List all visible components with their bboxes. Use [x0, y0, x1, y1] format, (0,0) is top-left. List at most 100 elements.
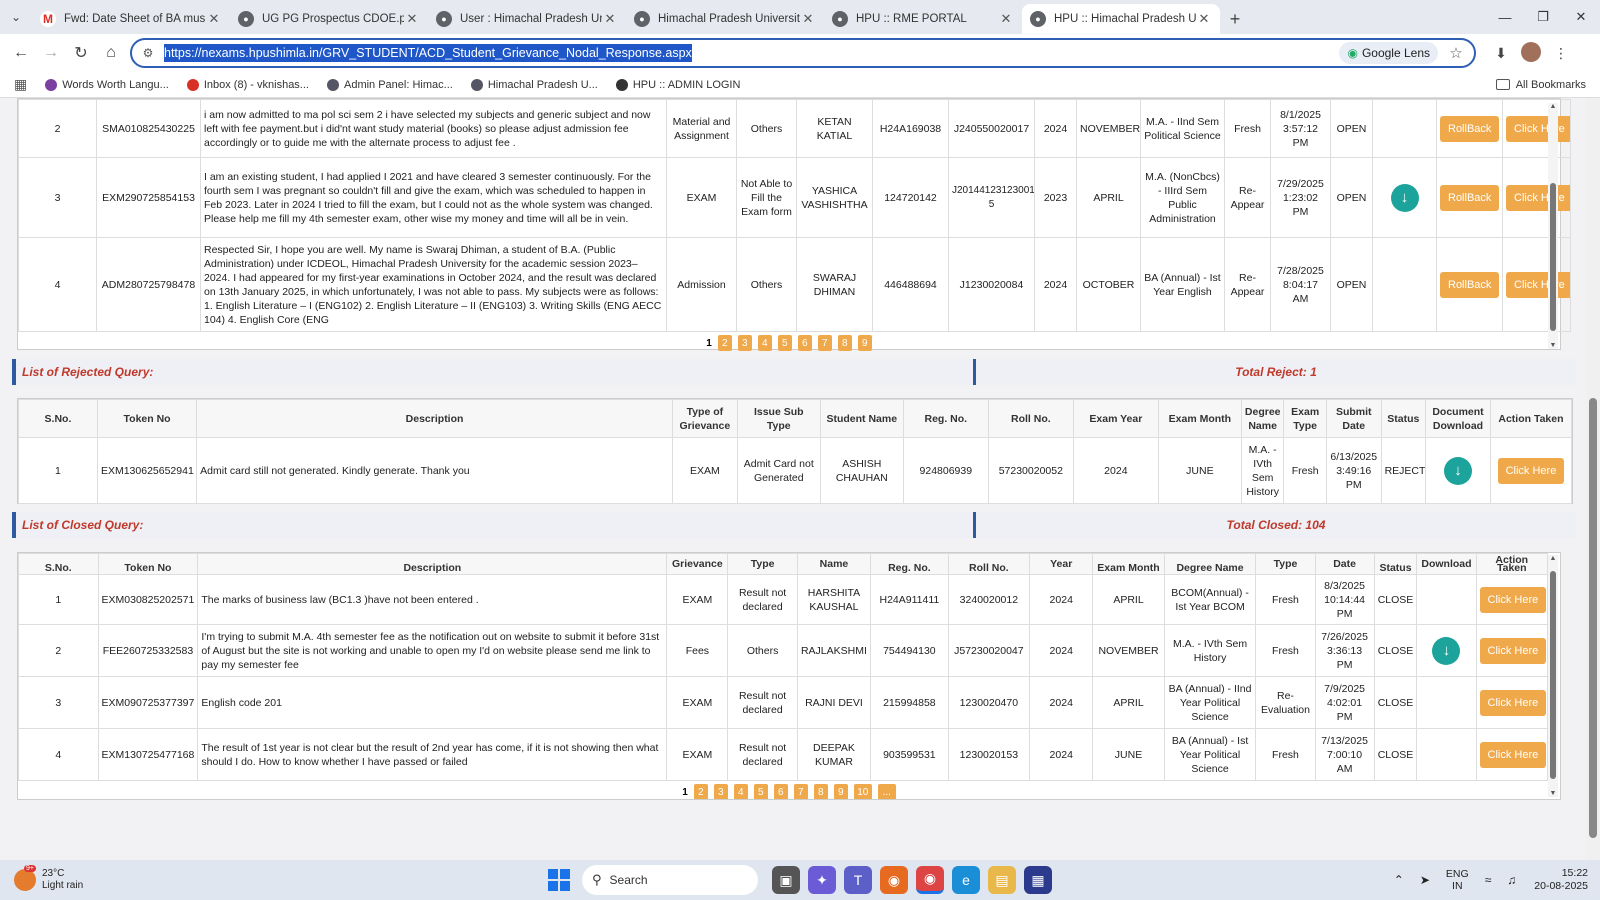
click-here-button[interactable]: Click Here	[1506, 271, 1570, 298]
close-icon[interactable]: ✕	[800, 11, 816, 27]
page-link[interactable]: 6	[797, 335, 812, 351]
cell-subtype: Result not declared	[727, 728, 798, 781]
page-scrollbar[interactable]	[1586, 98, 1600, 860]
task-view-icon[interactable]: ▣	[772, 866, 800, 894]
rollback-button[interactable]: RollBack	[1440, 184, 1500, 211]
firefox-icon[interactable]: ◉	[880, 866, 908, 894]
click-here-button[interactable]: Click Here	[1479, 637, 1547, 664]
address-bar[interactable]: ⚙ https://nexams.hpushimla.in/GRV_STUDEN…	[130, 38, 1476, 68]
table-row: 2 FEE260725332583 I'm trying to submit M…	[18, 624, 1549, 677]
scroll-thumb[interactable]	[1550, 571, 1556, 779]
page-more[interactable]: ...	[877, 784, 896, 799]
home-icon[interactable]: ⌂	[96, 38, 126, 68]
click-here-button[interactable]: Click Here	[1497, 457, 1565, 484]
url-text[interactable]: https://nexams.hpushimla.in/GRV_STUDENT/…	[164, 44, 692, 62]
tab-5[interactable]: ● HPU :: RME PORTAL ✕	[824, 4, 1022, 34]
scroll-down-icon[interactable]: ▼	[1548, 342, 1558, 349]
tab-search-button[interactable]: ⌄	[0, 0, 32, 34]
close-icon[interactable]: ✕	[1196, 11, 1212, 27]
close-icon[interactable]: ✕	[404, 11, 420, 27]
taskbar-search[interactable]: ⚲ Search	[582, 865, 758, 895]
apps-grid-icon[interactable]: ▦	[14, 76, 27, 93]
page-link[interactable]: 7	[793, 784, 808, 799]
click-here-button[interactable]: Click Here	[1506, 115, 1570, 142]
new-tab-button[interactable]: +	[1220, 4, 1250, 34]
profile-avatar[interactable]	[1516, 41, 1546, 65]
google-lens-button[interactable]: ◉ Google Lens	[1339, 42, 1438, 64]
teams-icon[interactable]: T	[844, 866, 872, 894]
col-header: Roll No.	[987, 399, 1074, 438]
weather-widget[interactable]: 9+ 23°C Light rain	[0, 865, 200, 892]
open-query-pager: 1 2 3 4 5 6 7 8 9	[18, 332, 1560, 354]
close-window-icon[interactable]: ✕	[1562, 9, 1600, 25]
click-here-button[interactable]: Click Here	[1479, 741, 1547, 768]
wifi-icon[interactable]: ≈	[1485, 873, 1492, 887]
tab-6-active[interactable]: ● HPU :: Himachal Pradesh Univer ✕	[1022, 4, 1220, 34]
clock[interactable]: 15:22 20-08-2025	[1534, 867, 1588, 893]
minimize-icon[interactable]: —	[1486, 10, 1524, 25]
scroll-up-icon[interactable]: ▲	[1548, 555, 1558, 562]
download-icon[interactable]: ↓	[1444, 456, 1472, 485]
page-link[interactable]: 8	[813, 784, 828, 799]
scroll-thumb[interactable]	[1550, 183, 1556, 331]
click-here-button[interactable]: Click Here	[1506, 184, 1570, 211]
bookmark-item[interactable]: Admin Panel: Himac...	[326, 78, 453, 91]
open-query-scrollbar[interactable]: ▲ ▼	[1548, 103, 1558, 349]
calculator-icon[interactable]: ▦	[1024, 866, 1052, 894]
language-indicator[interactable]: ENG IN	[1446, 868, 1469, 892]
download-icon[interactable]: ↓	[1390, 183, 1419, 212]
scroll-up-icon[interactable]: ▲	[1548, 103, 1558, 110]
page-link[interactable]: 2	[693, 784, 708, 799]
tab-1[interactable]: M Fwd: Date Sheet of BA music Pr ✕	[32, 4, 230, 34]
chevron-up-icon[interactable]: ⌃	[1394, 873, 1404, 887]
page-link[interactable]: 10	[853, 784, 872, 799]
close-icon[interactable]: ✕	[206, 11, 222, 27]
download-icon[interactable]: ↓	[1432, 636, 1461, 665]
restore-icon[interactable]: ❐	[1524, 9, 1562, 25]
bookmark-star-icon[interactable]: ☆	[1444, 44, 1468, 62]
edge-icon[interactable]: e	[952, 866, 980, 894]
rollback-button[interactable]: RollBack	[1440, 115, 1500, 142]
page-link[interactable]: 2	[717, 335, 732, 351]
closed-query-scrollbar[interactable]: ▲ ▼	[1548, 555, 1558, 797]
copilot-icon[interactable]: ✦	[808, 866, 836, 894]
page-link[interactable]: 9	[833, 784, 848, 799]
page-link[interactable]: 7	[817, 335, 832, 351]
page-link[interactable]: 4	[757, 335, 772, 351]
close-icon[interactable]: ✕	[998, 11, 1014, 27]
page-link[interactable]: 4	[733, 784, 748, 799]
bookmark-item[interactable]: HPU :: ADMIN LOGIN	[615, 78, 740, 91]
site-info-icon[interactable]: ⚙	[138, 46, 158, 60]
scroll-down-icon[interactable]: ▼	[1548, 790, 1558, 797]
download-icon[interactable]: ⬇	[1486, 45, 1516, 62]
forward-icon[interactable]: →	[36, 38, 66, 68]
back-icon[interactable]: ←	[6, 38, 36, 68]
volume-icon[interactable]: ♫	[1507, 873, 1516, 887]
page-link[interactable]: 5	[753, 784, 768, 799]
close-icon[interactable]: ✕	[602, 11, 618, 27]
page-link[interactable]: 3	[713, 784, 728, 799]
menu-icon[interactable]: ⋮	[1546, 45, 1576, 62]
reload-icon[interactable]: ↻	[66, 38, 96, 68]
page-link[interactable]: 6	[773, 784, 788, 799]
bookmark-item[interactable]: Inbox (8) - vknishas...	[186, 78, 309, 91]
chrome-icon[interactable]: ◉	[916, 866, 944, 894]
bookmark-item[interactable]: Words Worth Langu...	[45, 78, 169, 91]
rollback-button[interactable]: RollBack	[1440, 271, 1500, 298]
all-bookmarks-button[interactable]: All Bookmarks	[1495, 79, 1586, 91]
bookmark-item[interactable]: Himachal Pradesh U...	[470, 78, 598, 91]
page-link[interactable]: 8	[837, 335, 852, 351]
page-link[interactable]: 3	[737, 335, 752, 351]
click-here-button[interactable]: Click Here	[1479, 689, 1547, 716]
page-link[interactable]: 5	[777, 335, 792, 351]
page-scroll-thumb[interactable]	[1589, 398, 1597, 838]
file-explorer-icon[interactable]: ▤	[988, 866, 1016, 894]
col-header: Grievance	[666, 553, 729, 575]
tab-3[interactable]: ● User : Himachal Pradesh Univer ✕	[428, 4, 626, 34]
click-here-button[interactable]: Click Here	[1479, 586, 1547, 613]
tab-2[interactable]: ● UG PG Prospectus CDOE.pdf ✕	[230, 4, 428, 34]
tab-4[interactable]: ● Himachal Pradesh University ✕	[626, 4, 824, 34]
page-link[interactable]: 9	[857, 335, 872, 351]
location-icon[interactable]: ➤	[1420, 873, 1430, 887]
windows-start-icon[interactable]	[548, 869, 570, 891]
